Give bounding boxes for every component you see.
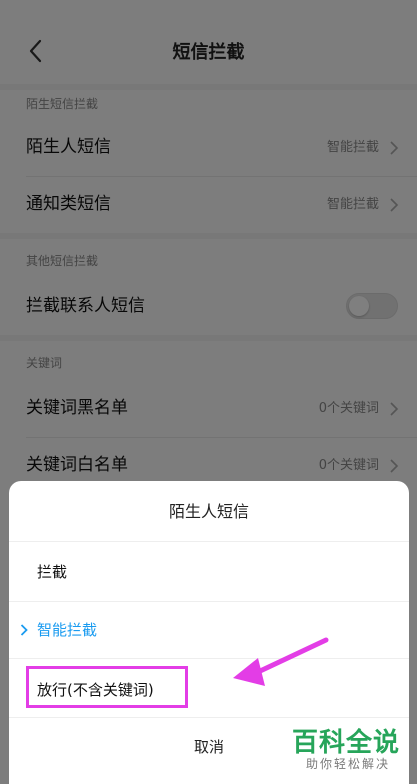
watermark-logo: 百科全说 助你轻松解决 bbox=[292, 722, 412, 778]
watermark-sub: 助你轻松解决 bbox=[306, 757, 391, 771]
option-label: 拦截 bbox=[37, 563, 68, 581]
option-label: 智能拦截 bbox=[37, 621, 98, 639]
option-smart-block[interactable]: 智能拦截 bbox=[9, 602, 409, 658]
option-block[interactable]: 拦截 bbox=[9, 544, 409, 600]
sheet-title: 陌生人短信 bbox=[168, 502, 249, 521]
highlight-box bbox=[26, 666, 188, 708]
watermark-main: 百科全说 bbox=[292, 728, 401, 758]
divider bbox=[9, 541, 409, 542]
divider bbox=[9, 658, 409, 659]
selected-chevron-icon bbox=[20, 624, 28, 636]
